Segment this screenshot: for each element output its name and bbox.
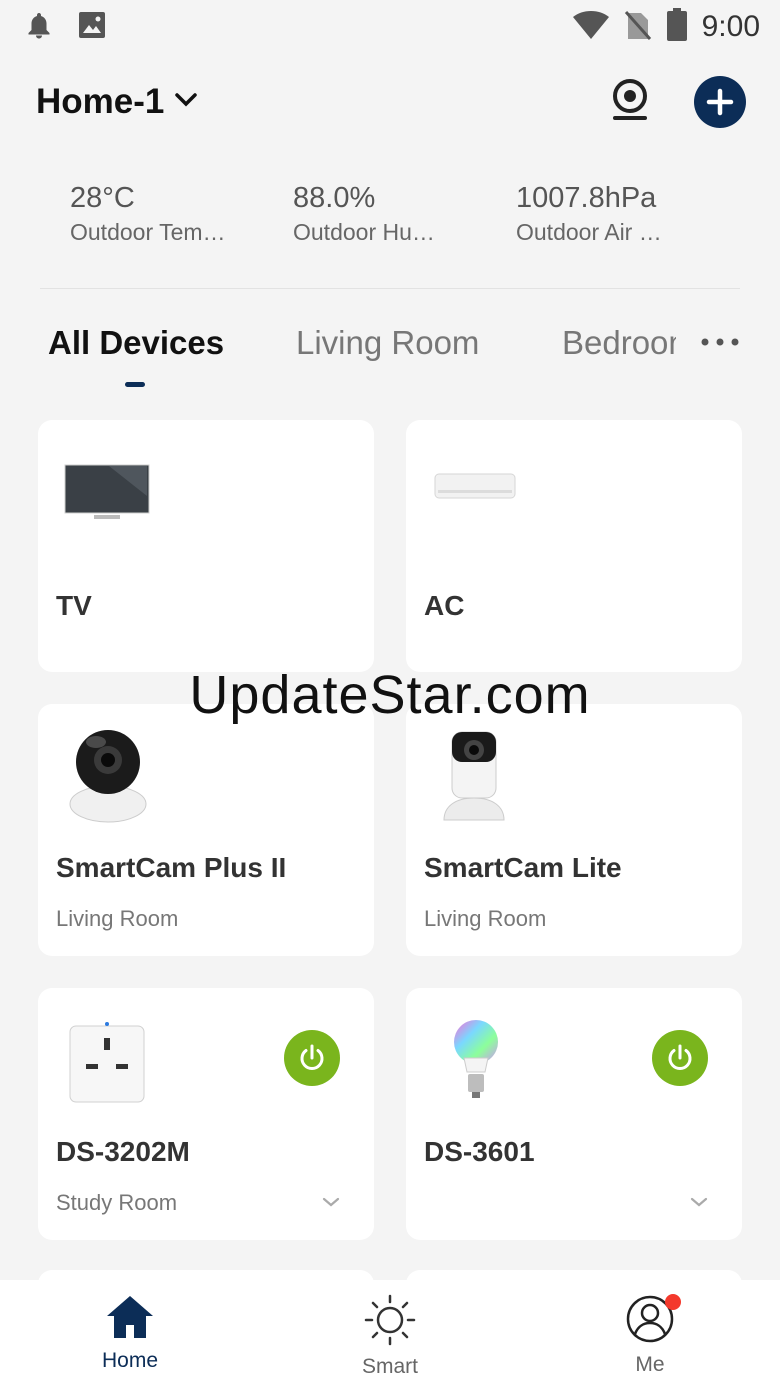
weather-value: 1007.8hPa	[516, 182, 657, 214]
power-button[interactable]	[652, 1030, 708, 1086]
header: Home-1	[0, 70, 780, 134]
mini-camera-image	[442, 728, 506, 829]
more-icon[interactable]	[700, 334, 740, 352]
weather-pressure[interactable]: 1007.8hPa Outdoor Air Pressure	[516, 180, 739, 248]
tab-all-devices[interactable]: All Devices	[48, 324, 224, 362]
device-card-ds-3601[interactable]: DS-3601	[406, 988, 742, 1240]
weather-value: 88.0%	[293, 182, 376, 214]
device-room: Study Room	[56, 1190, 178, 1215]
weather-value: 28°C	[70, 182, 135, 214]
weather-label: Outdoor Air Pressure	[516, 219, 676, 245]
home-icon	[105, 1294, 155, 1345]
bottom-nav: Home Smart Me	[0, 1280, 780, 1386]
device-name: AC	[424, 590, 465, 621]
header-actions	[610, 76, 746, 128]
device-name: DS-3601	[424, 1136, 535, 1167]
device-card-ds-3202m[interactable]: DS-3202M Study Room	[38, 988, 374, 1240]
device-room: Living Room	[424, 906, 547, 931]
wifi-icon	[572, 10, 610, 45]
weather-temperature[interactable]: 28°C Outdoor Temperature	[70, 180, 293, 248]
chevron-down-icon[interactable]	[690, 1194, 708, 1212]
weather-humidity[interactable]: 88.0% Outdoor Humidity	[293, 180, 516, 248]
ac-image	[434, 472, 516, 507]
sun-icon	[364, 1294, 416, 1351]
chevron-down-icon[interactable]	[322, 1194, 340, 1212]
tv-image	[64, 464, 150, 529]
device-card-smartcam-lite[interactable]: SmartCam Lite Living Room	[406, 704, 742, 956]
tab-bedroom[interactable]: Bedroom	[562, 324, 676, 361]
notification-badge	[665, 1294, 681, 1310]
nav-me[interactable]: Me	[520, 1280, 780, 1386]
home-selector[interactable]: Home-1	[36, 82, 198, 122]
device-name: DS-3202M	[56, 1136, 190, 1167]
status-right: 9:00	[572, 7, 760, 47]
device-card-tv[interactable]: TV	[38, 420, 374, 672]
bell-icon	[26, 11, 52, 44]
smart-bulb-image	[452, 1018, 500, 1105]
user-icon	[625, 1294, 681, 1349]
tab-bedroom-clip: Bedroom	[562, 324, 676, 362]
device-name: SmartCam Lite	[424, 852, 622, 883]
status-time: 9:00	[701, 10, 760, 43]
device-name: SmartCam Plus II	[56, 852, 287, 883]
home-title: Home-1	[36, 82, 165, 121]
watermark: UpdateStar.com	[189, 665, 591, 725]
weather-label: Outdoor Temperature	[70, 219, 230, 245]
nav-label: Smart	[361, 1355, 418, 1378]
status-left	[26, 11, 106, 44]
image-icon	[78, 11, 106, 44]
weather-summary: 28°C Outdoor Temperature 88.0% Outdoor H…	[70, 180, 750, 248]
power-icon	[300, 1044, 324, 1070]
camera-icon[interactable]	[610, 78, 650, 127]
nav-smart[interactable]: Smart	[260, 1280, 520, 1386]
no-sim-icon	[624, 9, 652, 46]
device-room: Living Room	[56, 906, 179, 931]
device-name: TV	[56, 590, 92, 621]
nav-label: Me	[635, 1353, 665, 1376]
power-icon	[668, 1044, 692, 1070]
power-button[interactable]	[284, 1030, 340, 1086]
divider	[40, 288, 740, 289]
chevron-down-icon	[174, 92, 198, 113]
room-tabs: All Devices Living Room Bedroom	[0, 316, 780, 396]
status-bar: 9:00	[0, 0, 780, 54]
device-card-smartcam-plus[interactable]: SmartCam Plus II Living Room	[38, 704, 374, 956]
nav-home[interactable]: Home	[0, 1280, 260, 1386]
pan-tilt-camera-image	[68, 726, 148, 829]
nav-label: Home	[101, 1349, 159, 1372]
plus-icon	[706, 88, 734, 116]
tab-living-room[interactable]: Living Room	[296, 324, 479, 362]
battery-icon	[666, 7, 688, 47]
device-card-ac[interactable]: AC	[406, 420, 742, 672]
smart-plug-image	[68, 1020, 146, 1109]
add-button[interactable]	[694, 76, 746, 128]
tab-indicator	[125, 382, 145, 387]
weather-label: Outdoor Humidity	[293, 219, 453, 245]
